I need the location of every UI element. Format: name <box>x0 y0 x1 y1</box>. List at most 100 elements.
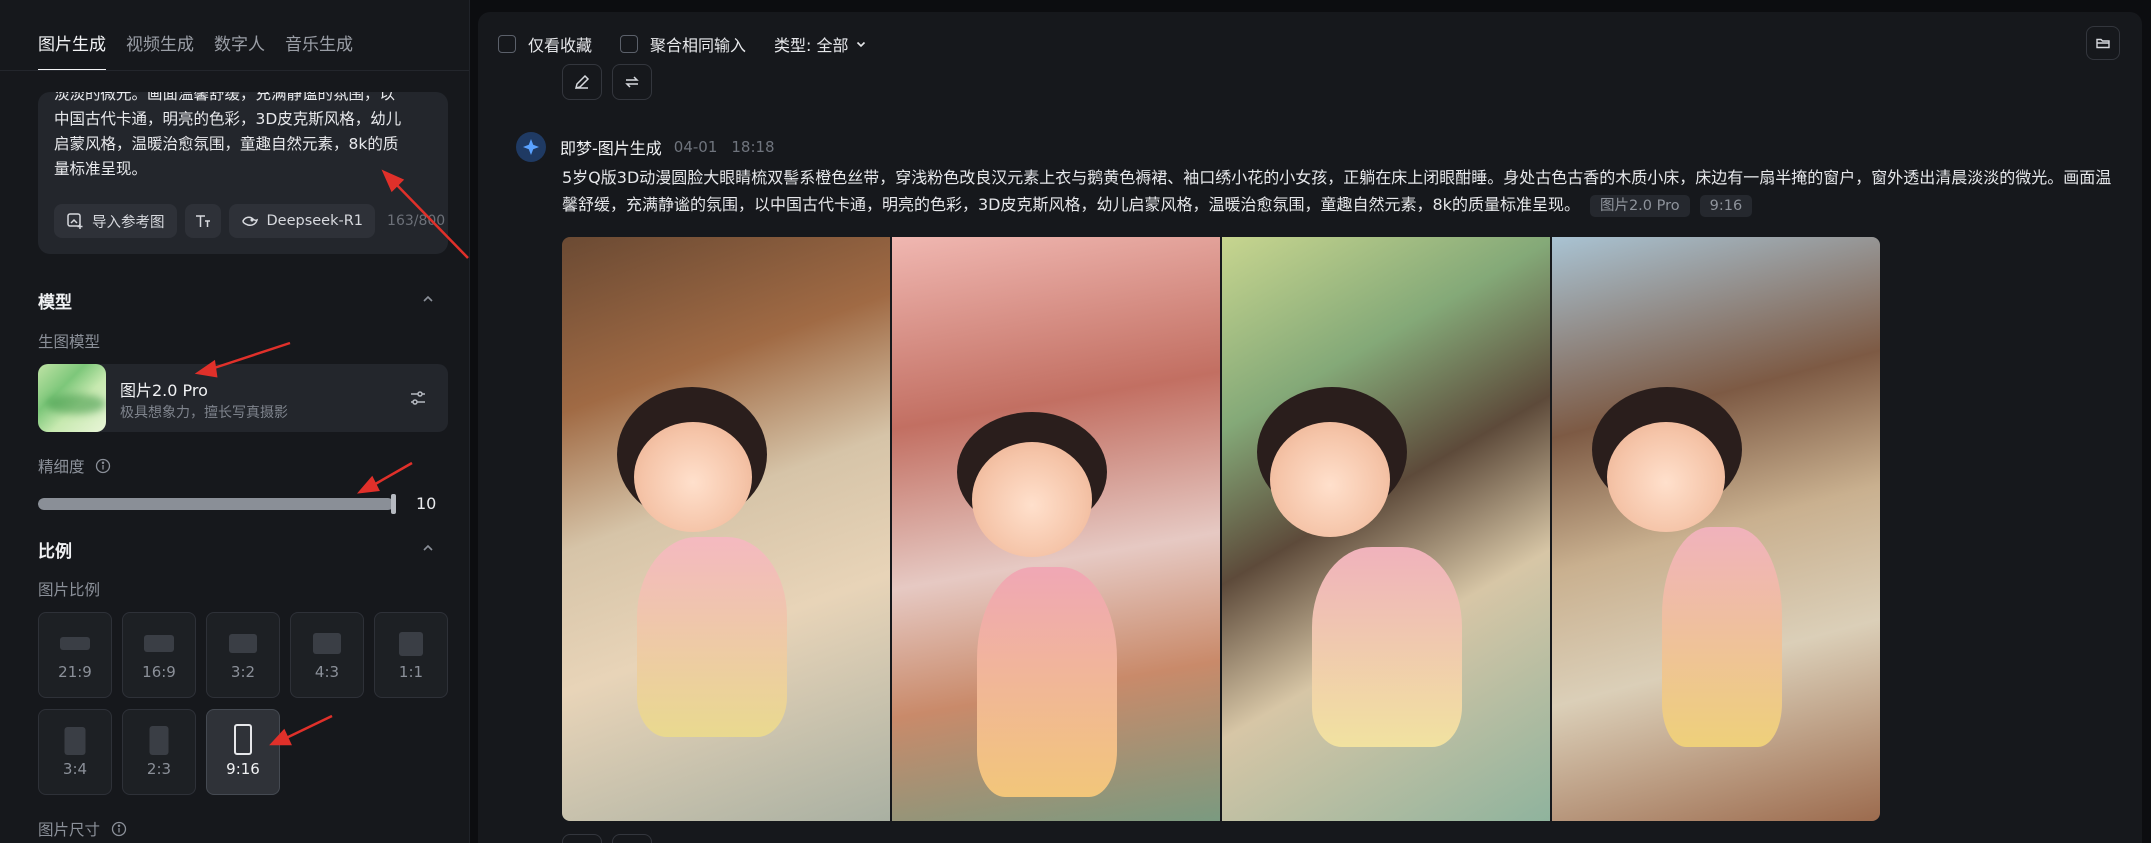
girl-face <box>1270 422 1390 537</box>
ratio-option-9-16[interactable]: 9:16 <box>206 709 280 795</box>
model-thumbnail <box>38 364 106 432</box>
ratio-option-16-9[interactable]: 16:9 <box>122 612 196 698</box>
prompt-line: 中国古代卡通，明亮的色彩，3D皮克斯风格，幼儿 <box>54 110 402 128</box>
generated-image[interactable] <box>1552 237 1880 821</box>
refresh-icon <box>625 76 639 88</box>
text-format-button[interactable] <box>184 204 221 238</box>
generation-prompt-text: 5岁Q版3D动漫圆脸大眼睛梳双髻系橙色丝带，穿浅粉色改良汉元素上衣与鹅黄色褥裙、… <box>562 168 2112 214</box>
info-icon[interactable] <box>95 458 111 474</box>
ratio-label: 3:4 <box>62 760 88 778</box>
chevron-down-icon <box>856 41 865 48</box>
girl-face <box>634 422 752 532</box>
ratio-option-4-3[interactable]: 4:3 <box>290 612 364 698</box>
generated-image[interactable] <box>562 237 890 821</box>
girl-dress <box>637 537 787 737</box>
prompt-model-button[interactable]: Deepseek-R1 <box>228 204 376 238</box>
type-filter-label: 类型: 全部 <box>774 36 849 55</box>
chevron-up-icon[interactable] <box>421 541 435 555</box>
detail-value: 10 <box>416 494 437 513</box>
ratio-option-21-9[interactable]: 21:9 <box>38 612 112 698</box>
ratio-label: 1:1 <box>398 663 424 681</box>
ratio-option-3-2[interactable]: 3:2 <box>206 612 280 698</box>
model-card[interactable]: 图片2.0 Pro 极具想象力，擅长写真摄影 <box>38 364 448 432</box>
prompt-box[interactable]: 淡淡的微光。画面温馨舒缓，充满静谧的氛围，以 中国古代卡通，明亮的色彩，3D皮克… <box>38 92 448 254</box>
tab-video-generation[interactable]: 视频生成 <box>126 30 194 71</box>
folder-button[interactable] <box>2086 26 2120 60</box>
generated-images <box>562 237 1880 821</box>
import-reference-label: 导入参考图 <box>92 214 165 231</box>
detail-label: 精细度 <box>38 458 85 476</box>
previous-actions <box>562 64 652 100</box>
jimeng-logo-icon <box>516 132 546 162</box>
settings-sliders-icon[interactable] <box>408 388 428 408</box>
prompt-line: 量标准呈现。 <box>54 160 148 178</box>
image-ratio-label: 图片比例 <box>38 581 101 599</box>
ratio-option-3-4[interactable]: 3:4 <box>38 709 112 795</box>
regenerate-button[interactable] <box>612 64 652 100</box>
text-size-icon <box>195 215 210 227</box>
import-reference-button[interactable]: 导入参考图 <box>54 204 177 238</box>
merge-same-input-checkbox[interactable] <box>620 35 639 53</box>
info-icon[interactable] <box>111 821 127 837</box>
ratio-shape <box>313 633 341 654</box>
generation-time: 18:18 <box>731 138 775 156</box>
ratio-shape <box>149 726 169 755</box>
only-favorites-checkbox[interactable] <box>498 35 516 53</box>
prompt-model-label: Deepseek-R1 <box>266 213 364 229</box>
generated-image[interactable] <box>892 237 1220 821</box>
image-size-label: 图片尺寸 <box>38 821 101 839</box>
girl-dress <box>1662 527 1782 747</box>
char-count: 163/800 <box>387 213 446 229</box>
model-description: 极具想象力，擅长写真摄影 <box>120 405 288 421</box>
image-size-label-row: 图片尺寸 <box>38 818 127 840</box>
ratio-label: 9:16 <box>226 760 260 778</box>
prompt-line: 淡淡的微光。画面温馨舒缓，充满静谧的氛围，以 <box>54 92 396 103</box>
pencil-icon <box>574 74 590 90</box>
only-favorites-label[interactable]: 仅看收藏 <box>528 32 592 56</box>
ratio-option-1-1[interactable]: 1:1 <box>374 612 448 698</box>
prompt-toolbar: 导入参考图 Deepseek-R1 163/800 <box>54 204 445 238</box>
detail-slider-fill <box>38 498 394 510</box>
generated-image[interactable] <box>1222 237 1550 821</box>
ratio-label: 16:9 <box>142 663 176 681</box>
tab-music-generation[interactable]: 音乐生成 <box>285 30 353 71</box>
detail-slider-thumb[interactable] <box>391 494 396 514</box>
tab-image-generation[interactable]: 图片生成 <box>38 30 106 71</box>
ratio-shape <box>64 727 86 755</box>
image-upload-icon <box>67 213 83 229</box>
regenerate-button[interactable] <box>612 834 652 843</box>
folder-icon <box>2096 38 2110 49</box>
prompt-line: 启蒙风格，温暖治愈氛围，童趣自然元素，8k的质 <box>54 135 399 153</box>
girl-face <box>1607 422 1725 532</box>
generation-description: 5岁Q版3D动漫圆脸大眼睛梳双髻系橙色丝带，穿浅粉色改良汉元素上衣与鹅黄色褥裙、… <box>562 164 2122 218</box>
edit-button[interactable] <box>562 834 602 843</box>
edit-button[interactable] <box>562 64 602 100</box>
ratio-option-2-3[interactable]: 2:3 <box>122 709 196 795</box>
ratio-shape <box>399 632 423 656</box>
girl-face <box>972 442 1092 557</box>
tab-digital-human[interactable]: 数字人 <box>214 30 265 71</box>
ratio-section-title: 比例 <box>38 542 72 562</box>
generation-title: 即梦-图片生成 <box>560 139 662 158</box>
ratio-shape <box>234 724 252 755</box>
bottom-actions <box>562 834 652 843</box>
ratio-shape <box>60 637 90 650</box>
girl-dress <box>1312 547 1462 747</box>
ratio-label: 21:9 <box>58 663 92 681</box>
generation-header: 即梦-图片生成 04-01 18:18 <box>516 132 789 162</box>
chevron-up-icon[interactable] <box>421 292 435 306</box>
type-filter-dropdown[interactable]: 类型: 全部 <box>774 32 866 56</box>
generation-tabs: 图片生成 视频生成 数字人 音乐生成 <box>38 30 373 71</box>
image-model-label: 生图模型 <box>38 333 101 351</box>
ratio-shape <box>229 634 257 653</box>
deepseek-icon <box>241 216 258 226</box>
prompt-text[interactable]: 淡淡的微光。画面温馨舒缓，充满静谧的氛围，以 中国古代卡通，明亮的色彩，3D皮克… <box>54 92 434 182</box>
ratio-label: 2:3 <box>146 760 172 778</box>
ratio-label: 3:2 <box>230 663 256 681</box>
merge-same-input-label[interactable]: 聚合相同输入 <box>650 32 746 56</box>
detail-slider[interactable] <box>38 498 394 510</box>
results-panel: 仅看收藏 聚合相同输入 类型: 全部 即梦-图片生成 04-01 18:18 5… <box>478 12 2142 843</box>
girl-dress <box>977 567 1117 797</box>
detail-label-row: 精细度 <box>38 455 111 477</box>
model-name: 图片2.0 Pro <box>120 381 208 400</box>
